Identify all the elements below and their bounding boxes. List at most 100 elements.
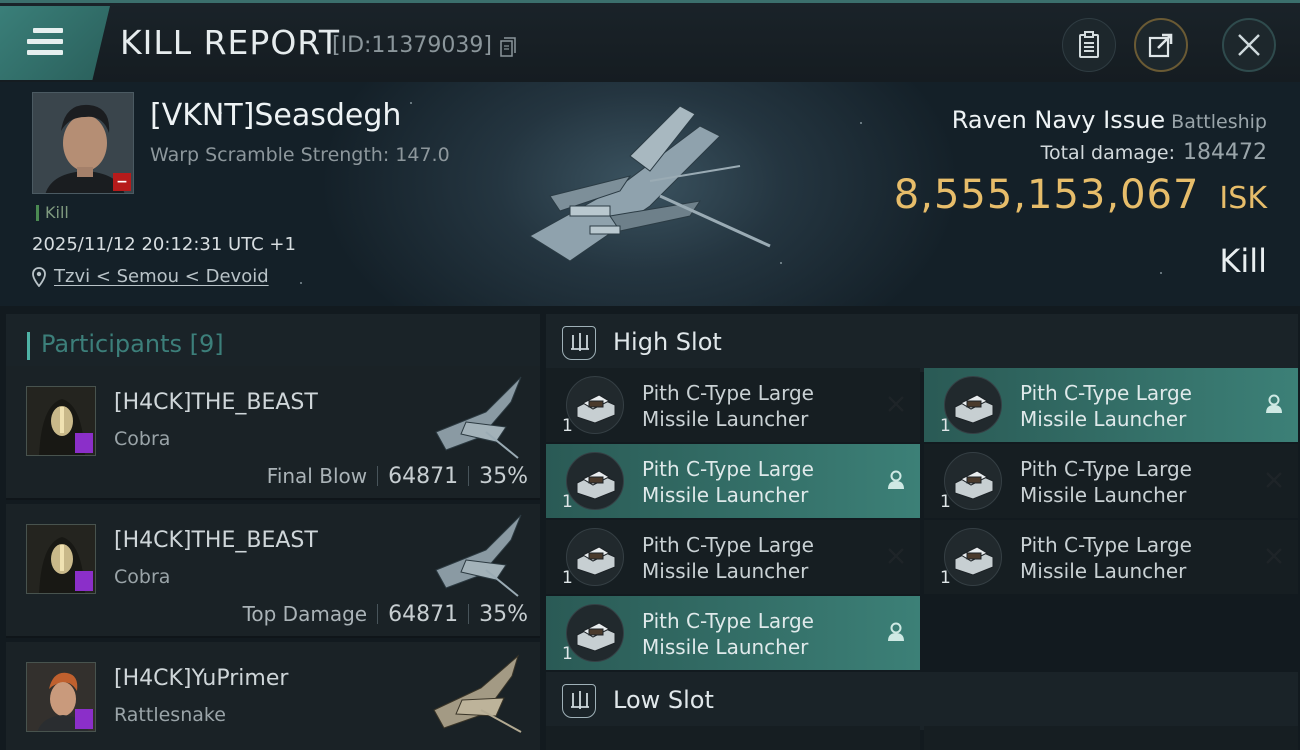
participants-count: [9] xyxy=(189,330,224,358)
module-quantity: 1 xyxy=(940,568,951,588)
module-name: Pith C-Type Large Missile Launcher xyxy=(642,608,872,660)
module-name-line: Missile Launcher xyxy=(642,635,809,659)
participant-ship: Rattlesnake xyxy=(114,704,226,726)
participant-role: Top Damage xyxy=(242,602,368,626)
module-name-line: Pith C-Type Large xyxy=(642,533,814,557)
module-image xyxy=(566,528,624,586)
participant-percent: 35% xyxy=(479,602,528,627)
module-name-line: Pith C-Type Large xyxy=(1020,533,1192,557)
module-image xyxy=(566,452,624,510)
module-quantity: 1 xyxy=(562,568,573,588)
participants-header[interactable]: Participants [9] xyxy=(6,314,540,372)
module-quantity: 1 xyxy=(562,492,573,512)
module-item[interactable]: 1 Pith C-Type Large Missile Launcher xyxy=(546,520,920,594)
participant-name: [H4CK]THE_BEAST xyxy=(114,390,318,415)
participant-role: Final Blow xyxy=(266,464,368,488)
person-icon xyxy=(884,468,908,492)
person-icon xyxy=(884,620,908,644)
copy-icon[interactable] xyxy=(500,37,516,57)
close-button[interactable] xyxy=(1222,18,1276,72)
warp-scramble-strength: Warp Scramble Strength: 147.0 xyxy=(150,144,450,166)
divider xyxy=(468,604,470,624)
participants-panel: Participants [9] [H4CK]THE_BEAST Cobra F… xyxy=(0,306,540,750)
isk-amount: 8,555,153,067 xyxy=(893,172,1200,218)
module-name-line: Pith C-Type Large xyxy=(642,457,814,481)
total-damage: Total damage: 184472 xyxy=(1041,140,1267,165)
participant-stats: Top Damage 64871 35% xyxy=(243,602,528,627)
participant-stats: Final Blow 64871 35% xyxy=(267,464,528,489)
module-name-line: Missile Launcher xyxy=(642,483,809,507)
location-pin-icon xyxy=(32,266,46,287)
participant-row[interactable]: [H4CK]THE_BEAST Cobra Top Damage 64871 35% xyxy=(6,504,540,638)
participant-ship: Cobra xyxy=(114,566,171,588)
module-item[interactable]: 1 Pith C-Type Large Missile Launcher xyxy=(546,596,920,670)
slot-icon xyxy=(562,684,596,718)
victim-pilot-name[interactable]: [VKNT]Seasdegh xyxy=(150,98,401,133)
module-image xyxy=(566,376,624,434)
module-name: Pith C-Type Large Missile Launcher xyxy=(642,456,872,508)
fitting-panel: High Slot 1 Pith C-Type Large Missile Lau… xyxy=(540,306,1300,750)
module-quantity: 1 xyxy=(940,492,951,512)
participant-ship-image xyxy=(435,376,522,459)
avatar[interactable] xyxy=(26,662,96,732)
low-slot-header: Low Slot xyxy=(546,672,1298,730)
module-image xyxy=(944,528,1002,586)
participant-damage: 64871 xyxy=(388,602,459,627)
victim-ship-name: Raven Navy Issue xyxy=(951,106,1166,134)
module-image xyxy=(944,452,1002,510)
module-name-line: Pith C-Type Large xyxy=(1020,457,1192,481)
module-image xyxy=(944,376,1002,434)
module-name-line: Missile Launcher xyxy=(642,559,809,583)
avatar[interactable] xyxy=(26,386,96,456)
module-name-line: Missile Launcher xyxy=(1020,407,1187,431)
clipboard-button[interactable] xyxy=(1062,18,1116,72)
module-item[interactable] xyxy=(546,726,920,750)
module-item[interactable]: 1 Pith C-Type Large Missile Launcher xyxy=(546,368,920,442)
participant-ship-image xyxy=(433,654,522,733)
participant-ship-image xyxy=(435,514,522,597)
menu-button[interactable] xyxy=(0,6,110,80)
close-icon xyxy=(1238,34,1260,56)
menu-icon xyxy=(27,28,63,56)
participants-title: Participants [9] xyxy=(41,330,224,358)
participant-percent: 35% xyxy=(479,464,528,489)
module-name-line: Missile Launcher xyxy=(642,407,809,431)
divider xyxy=(377,466,379,486)
victim-summary: − [VKNT]Seasdegh Warp Scramble Strength:… xyxy=(0,82,1300,306)
kill-location[interactable]: Tzvi < Semou < Devoid xyxy=(32,266,269,287)
participant-row[interactable]: [H4CK]YuPrimer Rattlesnake xyxy=(6,642,540,750)
module-name: Pith C-Type Large Missile Launcher xyxy=(642,532,872,584)
kill-tag: Kill xyxy=(36,205,69,221)
participant-ship: Cobra xyxy=(114,428,171,450)
victim-ship-class: Battleship xyxy=(1171,111,1267,133)
avatar[interactable] xyxy=(26,524,96,594)
module-item[interactable]: 1 Pith C-Type Large Missile Launcher xyxy=(546,444,920,518)
kill-datetime: 2025/11/12 20:12:31 UTC +1 xyxy=(32,234,296,255)
low-slot-label: Low Slot xyxy=(613,686,714,714)
module-item[interactable]: 1 Pith C-Type Large Missile Launcher xyxy=(924,520,1298,594)
share-button[interactable] xyxy=(1134,18,1188,72)
x-icon xyxy=(1262,544,1286,568)
share-icon xyxy=(1148,33,1173,58)
module-quantity: 1 xyxy=(562,644,573,664)
victim-badge: − xyxy=(113,173,131,191)
header-bar: KILL REPORT [ID:11379039] xyxy=(0,0,1300,82)
location-link[interactable]: Tzvi < Semou < Devoid xyxy=(54,266,269,287)
x-icon xyxy=(1262,468,1286,492)
total-damage-label: Total damage: xyxy=(1040,142,1176,164)
report-id: [ID:11379039] xyxy=(332,33,492,58)
module-name-line: Missile Launcher xyxy=(1020,559,1187,583)
victim-portrait[interactable]: − xyxy=(32,92,134,194)
divider xyxy=(468,466,470,486)
module-item[interactable]: 1 Pith C-Type Large Missile Launcher xyxy=(924,444,1298,518)
module-name-line: Pith C-Type Large xyxy=(642,381,814,405)
isk-unit: ISK xyxy=(1219,181,1267,216)
module-item[interactable]: 1 Pith C-Type Large Missile Launcher xyxy=(924,368,1298,442)
corp-badge xyxy=(75,709,93,729)
participant-row[interactable]: [H4CK]THE_BEAST Cobra Final Blow 64871 35% xyxy=(6,366,540,500)
victim-ship[interactable]: Raven Navy Issue Battleship xyxy=(952,106,1267,134)
module-item[interactable] xyxy=(924,726,1298,750)
isk-value: 8,555,153,067 ISK xyxy=(894,172,1267,218)
module-name: Pith C-Type Large Missile Launcher xyxy=(642,380,872,432)
high-slot-label: High Slot xyxy=(613,328,722,356)
